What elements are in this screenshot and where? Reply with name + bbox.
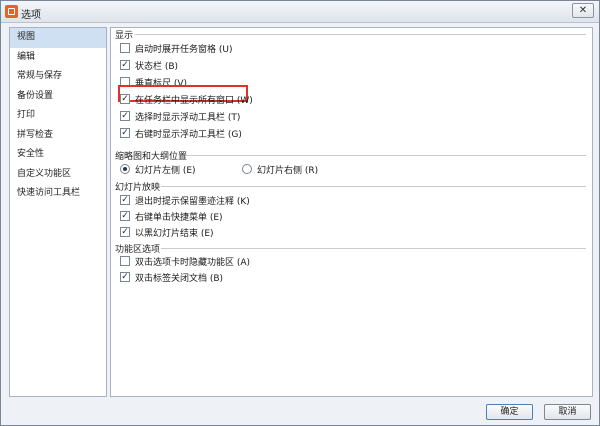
option-selection-toolbar[interactable]: ✓ 选择时显示浮动工具栏 (T)	[120, 109, 240, 123]
selection-toolbar-label: 选择时显示浮动工具栏 (T)	[135, 112, 241, 123]
status-bar-label: 状态栏 (B)	[135, 61, 179, 72]
keep-ink-checkbox[interactable]: ✓	[120, 195, 130, 205]
title-bar: 选项 ✕	[1, 1, 599, 23]
end-black-slide-checkbox[interactable]: ✓	[120, 227, 130, 237]
hide-ribbon-label: 双击选项卡时隐藏功能区 (A)	[135, 257, 251, 268]
rightclick-toolbar-label: 右键时显示浮动工具栏 (G)	[135, 129, 242, 140]
cancel-button[interactable]: 取消	[544, 404, 591, 420]
rightclick-menu-checkbox[interactable]: ✓	[120, 211, 130, 221]
thumbnail-left-radio[interactable]	[120, 164, 130, 174]
sidebar-item-general-save[interactable]: 常规与保存	[10, 67, 106, 87]
option-rightclick-menu[interactable]: ✓ 右键单击快捷菜单 (E)	[120, 209, 223, 223]
rightclick-menu-label: 右键单击快捷菜单 (E)	[135, 212, 223, 223]
sidebar-item-edit[interactable]: 编辑	[10, 48, 106, 68]
hide-ribbon-checkbox[interactable]	[120, 256, 130, 266]
display-group-title: 显示	[115, 31, 134, 41]
display-group-divider	[135, 34, 586, 35]
options-sidebar: 视图 编辑 常规与保存 备份设置 打印 拼写检查 安全性 自定义功能区 快速访问…	[9, 27, 107, 397]
sidebar-item-spellcheck[interactable]: 拼写检查	[10, 126, 106, 146]
close-doc-dblclick-checkbox[interactable]: ✓	[120, 272, 130, 282]
expand-task-pane-checkbox[interactable]	[120, 43, 130, 53]
status-bar-checkbox[interactable]: ✓	[120, 60, 130, 70]
ribbon-group-divider	[161, 248, 586, 249]
slideshow-group-title: 幻灯片放映	[115, 183, 161, 193]
close-doc-dblclick-label: 双击标签关闭文档 (B)	[135, 273, 224, 284]
sidebar-item-backup[interactable]: 备份设置	[10, 87, 106, 107]
option-thumbnail-right[interactable]: 幻灯片右侧 (R)	[242, 162, 318, 176]
options-content-panel: 显示 启动时展开任务窗格 (U) ✓ 状态栏 (B) 垂直标尺 (V) ✓ 在任…	[110, 27, 593, 397]
sidebar-item-print[interactable]: 打印	[10, 106, 106, 126]
taskbar-windows-label: 在任务栏中显示所有窗口 (W)	[135, 95, 253, 106]
taskbar-windows-checkbox[interactable]: ✓	[120, 94, 130, 104]
sidebar-item-custom-ribbon[interactable]: 自定义功能区	[10, 165, 106, 185]
option-hide-ribbon[interactable]: 双击选项卡时隐藏功能区 (A)	[120, 254, 250, 268]
thumbnail-group-divider	[185, 155, 586, 156]
ok-button[interactable]: 确定	[486, 404, 533, 420]
option-close-doc-dblclick[interactable]: ✓ 双击标签关闭文档 (B)	[120, 270, 223, 284]
sidebar-item-security[interactable]: 安全性	[10, 145, 106, 165]
option-thumbnail-left[interactable]: 幻灯片左侧 (E)	[120, 162, 196, 176]
options-dialog: 选项 ✕ 视图 编辑 常规与保存 备份设置 打印 拼写检查 安全性 自定义功能区…	[0, 0, 600, 426]
option-status-bar[interactable]: ✓ 状态栏 (B)	[120, 58, 178, 72]
rightclick-toolbar-checkbox[interactable]: ✓	[120, 128, 130, 138]
sidebar-item-view[interactable]: 视图	[10, 28, 106, 48]
sidebar-item-quick-access[interactable]: 快速访问工具栏	[10, 184, 106, 204]
option-keep-ink[interactable]: ✓ 退出时提示保留墨迹注释 (K)	[120, 193, 250, 207]
thumbnail-right-radio[interactable]	[242, 164, 252, 174]
option-expand-task-pane[interactable]: 启动时展开任务窗格 (U)	[120, 41, 232, 55]
option-rightclick-toolbar[interactable]: ✓ 右键时显示浮动工具栏 (G)	[120, 126, 242, 140]
close-button[interactable]: ✕	[572, 3, 594, 18]
window-title: 选项	[21, 10, 41, 21]
option-end-black-slide[interactable]: ✓ 以黑幻灯片结束 (E)	[120, 225, 214, 239]
thumbnail-right-label: 幻灯片右侧 (R)	[257, 165, 319, 176]
expand-task-pane-label: 启动时展开任务窗格 (U)	[135, 44, 233, 55]
end-black-slide-label: 以黑幻灯片结束 (E)	[135, 228, 214, 239]
slideshow-group-divider	[161, 186, 586, 187]
keep-ink-label: 退出时提示保留墨迹注释 (K)	[135, 196, 250, 207]
thumbnail-group-title: 缩略图和大纲位置	[115, 152, 188, 162]
thumbnail-left-label: 幻灯片左侧 (E)	[135, 165, 196, 176]
app-logo-icon	[5, 5, 18, 18]
selection-toolbar-checkbox[interactable]: ✓	[120, 111, 130, 121]
option-taskbar-windows[interactable]: ✓ 在任务栏中显示所有窗口 (W)	[120, 92, 253, 106]
